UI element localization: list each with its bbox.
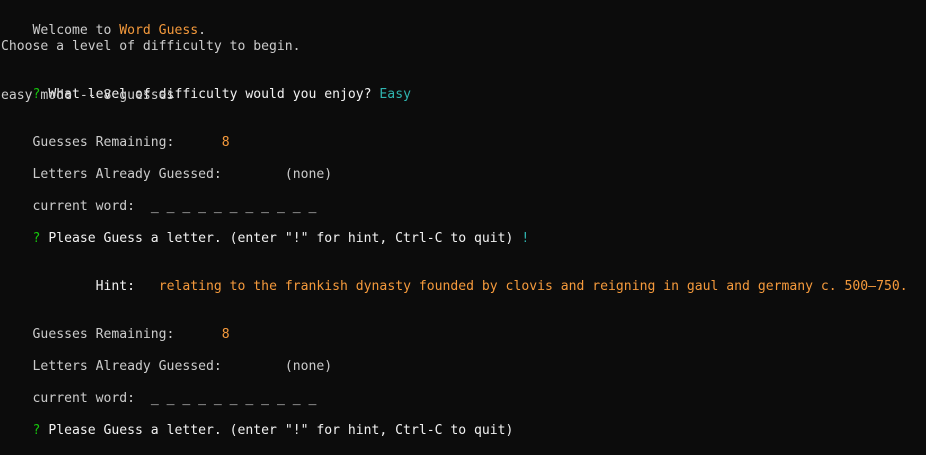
difficulty-prompt-line: ? What level of difficulty would you enj… <box>1 71 411 102</box>
choose-level-line: Choose a level of difficulty to begin. <box>1 39 301 54</box>
guess-answer: ! <box>521 231 530 246</box>
guess-prompt-text: Please Guess a letter. (enter "!" for hi… <box>40 231 522 246</box>
letters-guessed-value: (none) <box>284 359 333 374</box>
letters-guessed-label: Letters Already Guessed: <box>32 359 222 374</box>
hint-text: relating to the frankish dynasty founded… <box>158 279 908 294</box>
guess-prompt-text: Please Guess a letter. (enter "!" for hi… <box>40 423 514 438</box>
hint-label: Hint: <box>95 279 136 294</box>
difficulty-answer: Easy <box>379 87 411 102</box>
guesses-remaining-value: 8 <box>221 135 230 150</box>
letters-guessed-value: (none) <box>284 167 333 182</box>
game-name: Word Guess <box>119 23 199 38</box>
letters-guessed-label: Letters Already Guessed: <box>32 167 222 182</box>
guesses-remaining-label: Guesses Remaining: <box>32 135 175 150</box>
guesses-remaining-label: Guesses Remaining: <box>32 327 175 342</box>
current-word-label: current word: <box>32 391 136 406</box>
welcome-prefix: Welcome to <box>32 23 120 38</box>
letters-guessed-line: Letters Already Guessed: (none) <box>1 151 333 182</box>
current-word-label: current word: <box>32 199 136 214</box>
guess-prompt-line[interactable]: ? Please Guess a letter. (enter "!" for … <box>1 215 530 246</box>
letters-guessed-line: Letters Already Guessed: (none) <box>1 343 333 374</box>
guesses-remaining-line: Guesses Remaining: 8 <box>1 311 230 342</box>
welcome-line: Welcome to Word Guess. <box>1 7 206 38</box>
terminal-window[interactable]: Welcome to Word Guess. Choose a level of… <box>0 0 926 441</box>
current-word-value: _ _ _ _ _ _ _ _ _ _ _ <box>150 199 317 214</box>
mode-message-line: easy mode -- 8 guesses <box>1 88 175 103</box>
current-word-value: _ _ _ _ _ _ _ _ _ _ _ <box>150 391 317 406</box>
current-word-line: current word: _ _ _ _ _ _ _ _ _ _ _ <box>1 183 317 214</box>
welcome-suffix: . <box>198 23 206 38</box>
current-word-line: current word: _ _ _ _ _ _ _ _ _ _ _ <box>1 375 317 406</box>
guess-prompt-line[interactable]: ? Please Guess a letter. (enter "!" for … <box>1 407 514 438</box>
guesses-remaining-line: Guesses Remaining: 8 <box>1 119 230 150</box>
hint-line: Hint: relating to the frankish dynasty f… <box>1 263 908 294</box>
guesses-remaining-value: 8 <box>221 327 230 342</box>
